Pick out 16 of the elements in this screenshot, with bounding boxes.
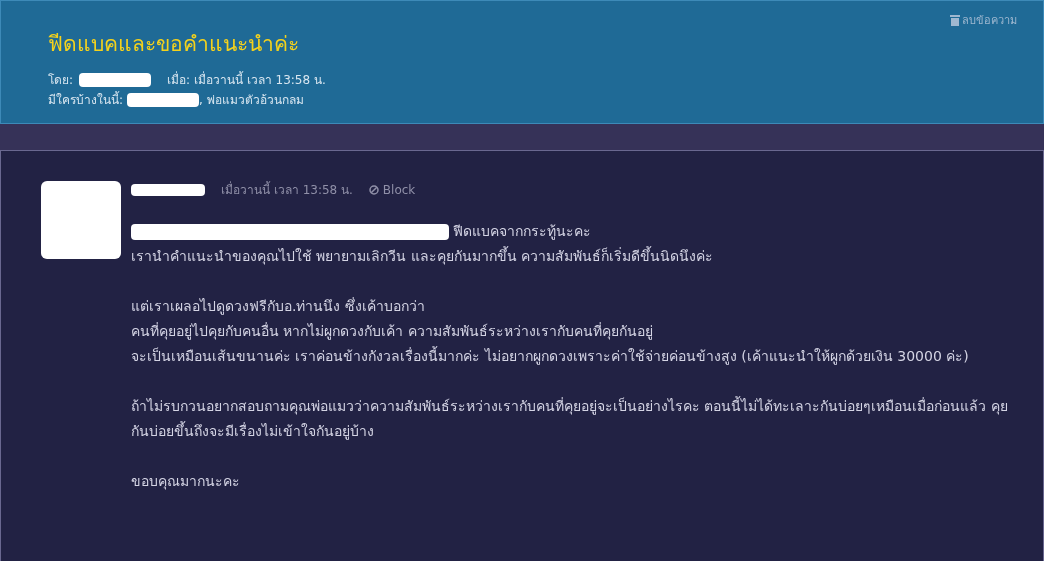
post-paragraph: ขอบคุณมากนะคะ (131, 472, 241, 492)
date-label: เมื่อ: (167, 70, 191, 89)
topic-title: ฟีดแบคและขอคำแนะนำค่ะ (48, 31, 300, 58)
post-paragraph: เรานำคำแนะนำของคุณไปใช้ พยายามเลิกวีน และคุยกันมากขึ้น ความสัมพันธ์ก็เริ่มดีขึ้นนิดนึงค่ะ (131, 245, 715, 267)
block-link[interactable]: Block (368, 181, 416, 199)
delete-message-button[interactable]: ลบข้อความ (950, 11, 1017, 29)
post-paragraph: แต่เราเผลอไปดูดวงฟรีกับอ.ท่านนึง ซึ่งเค้าบอกว่า คนที่คุยอยู่ไปคุยกับคนอื่น หากไม่ผูกดวงกับเค้า ความสัมพันธ์ระหว่างเรากับคนที่คุยกันอยู่ จะเป็นเหมือนเส้นขนานค่ะ เราค่อนข้างกังวลเรื่องนี้มากค่ะ ไม่อยากผูกดวงเพราะค่าใช้จ่ายค่อนข้างสูง (เค้าแนะนำให้ผูกด้วยเงิน 30000 ค่ะ) (131, 296, 970, 367)
viewers-label: มีใครบ้างในนี้: (48, 90, 124, 109)
viewer-name: , พ่อแมวตัวอ้วนกลม (199, 92, 304, 109)
post-paragraph: ถ้าไม่รบกวนอยากสอบถามคุณพ่อแมวว่าความสัมพันธ์ระหว่างเรากับคนที่คุยอยู่จะเป็นอย่างไรคะ ตอนนี้ไม่ได้ทะเลาะกันบ่อยๆเหมือนเมื่อก่อนแล้ว คุยกันบ่อยขึ้นถึงจะมีเรื่องไม่เข้าใจกันอยู่บ้าง (131, 395, 1009, 442)
author-label: โดย: (48, 72, 74, 89)
trash-icon (950, 14, 960, 26)
post-time: เมื่อวานนี้ เวลา 13:58 น. (221, 181, 353, 199)
post-date: เมื่อวานนี้ เวลา 13:58 น. (193, 70, 326, 89)
post-text: ฟีดแบคจากกระทู้นะคะ (453, 222, 591, 242)
block-icon (368, 185, 379, 195)
